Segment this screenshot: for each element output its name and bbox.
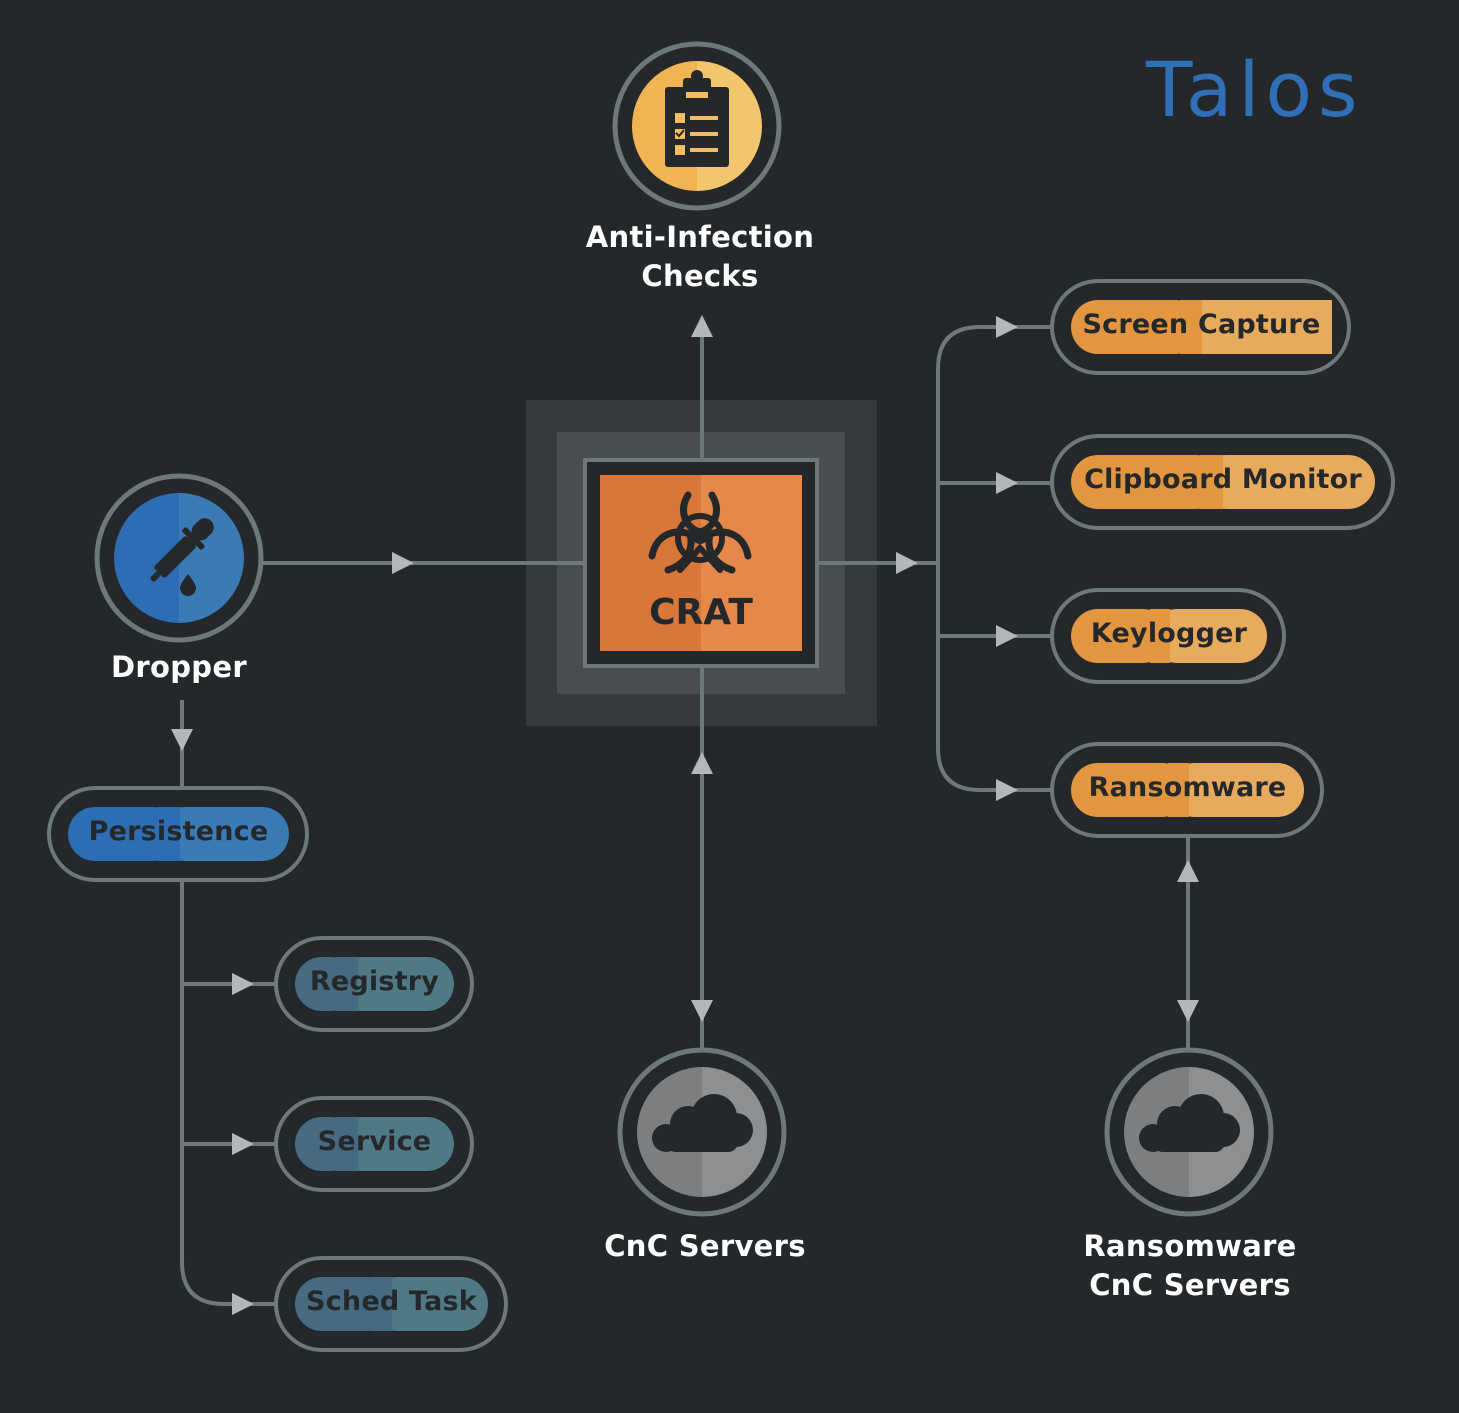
arrow-registry (232, 973, 254, 995)
arrow-right-bus (896, 552, 918, 574)
arrow-service (232, 1133, 254, 1155)
arrow-right-crat (392, 552, 414, 574)
arrow-up-anti (691, 315, 713, 337)
bus-right (936, 325, 1020, 792)
module-label-keylogger: Keylogger (1090, 618, 1248, 649)
ransomware-cnc-label-line2: CnC Servers (1089, 1268, 1291, 1302)
arrow-clipboard (996, 472, 1018, 494)
arrow-down-persistence (171, 729, 193, 751)
arrow-sched-task (232, 1293, 254, 1315)
arrow-ransomware (996, 779, 1018, 801)
diagram-canvas (47, 41, 1395, 1352)
crat-label: CRAT (649, 592, 753, 633)
anti-infection-node[interactable] (612, 41, 782, 211)
persistence-label: Persistence (88, 816, 269, 847)
arrow-down-ransom-cnc (1177, 1000, 1199, 1022)
bus-persistence (180, 878, 277, 1306)
module-label-ransomware: Ransomware (1088, 772, 1287, 803)
arrow-up-ransomware (1177, 860, 1199, 882)
method-label-service: Service (317, 1126, 432, 1157)
ransomware-cnc-label-line1: Ransomware (1083, 1229, 1297, 1263)
module-label-screen-capture: Screen Capture (1082, 309, 1321, 340)
arrow-up-crat (691, 752, 713, 774)
module-label-clipboard-monitor: Clipboard Monitor (1084, 464, 1362, 495)
dropper-node[interactable] (94, 473, 264, 643)
anti-infection-label: Anti-Infection Checks (560, 218, 840, 296)
talos-logo: Talos (1146, 45, 1364, 134)
method-label-sched-task: Sched Task (306, 1286, 477, 1317)
anti-infection-label-line2: Checks (641, 259, 759, 293)
ransomware-cnc-node[interactable] (1104, 1047, 1274, 1217)
method-label-registry: Registry (309, 966, 440, 997)
ransomware-cnc-label: Ransomware CnC Servers (1060, 1227, 1320, 1305)
arrow-keylogger (996, 625, 1018, 647)
cnc-servers-node[interactable] (617, 1047, 787, 1217)
cnc-servers-label: CnC Servers (604, 1229, 806, 1263)
anti-infection-label-line1: Anti-Infection (585, 220, 815, 254)
arrow-screen (996, 316, 1018, 338)
arrow-down-cnc (691, 1000, 713, 1022)
dropper-label: Dropper (111, 650, 247, 684)
